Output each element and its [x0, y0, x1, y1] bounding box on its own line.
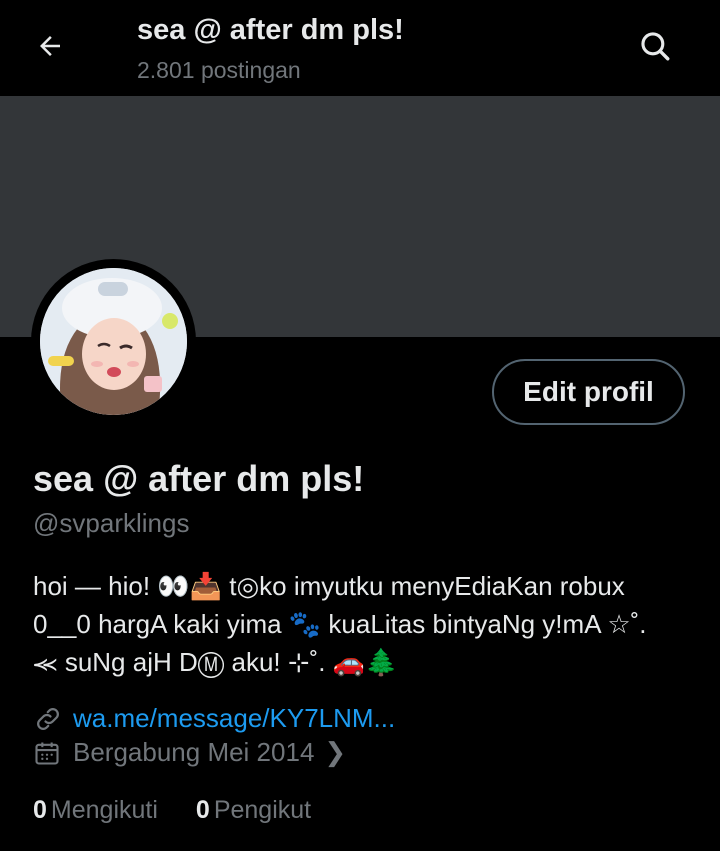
website-link[interactable]: wa.me/message/KY7LNM... — [73, 703, 395, 734]
search-button[interactable] — [635, 26, 675, 66]
calendar-icon — [35, 742, 59, 765]
edit-profile-button[interactable]: Edit profil — [492, 359, 685, 425]
following-label: Mengikuti — [50, 796, 158, 824]
bio-line: 0__0 hargA kaki yima 🐾 kuaLitas bintyaNg… — [33, 609, 647, 639]
bio-line: ⪻ suNg ajH DⓂ aku! ⊹˚. 🚗🌲 — [33, 647, 398, 677]
followers-link[interactable]: 0 Pengikut — [196, 796, 311, 825]
joined-row: Bergabung Mei 2014 ❯ — [33, 737, 346, 768]
following-link[interactable]: 0 Mengikuti — [33, 796, 158, 825]
bio-line: hoi — hio! 👀📥 t◎ko imyutku menyEdiaKan r… — [33, 571, 625, 601]
display-name: sea @ after dm pls! — [33, 458, 365, 499]
back-button[interactable] — [30, 26, 70, 66]
avatar-image — [40, 268, 187, 415]
bio: hoi — hio! 👀📥 t◎ko imyutku menyEdiaKan r… — [33, 567, 693, 681]
posts-count: 2.801 postingan — [137, 57, 301, 83]
avatar[interactable] — [40, 268, 187, 415]
chevron-right-icon[interactable]: ❯ — [324, 737, 346, 768]
website-row: wa.me/message/KY7LNM... — [33, 703, 395, 734]
following-count: 0 — [33, 796, 47, 824]
joined-date: Bergabung Mei 2014 — [73, 737, 315, 767]
link-icon — [37, 707, 59, 730]
header-title: sea @ after dm pls! — [137, 14, 404, 46]
search-icon — [641, 32, 670, 61]
followers-count: 0 — [195, 796, 210, 824]
followers-label: Pengikut — [213, 796, 312, 824]
arrow-left-icon — [40, 36, 60, 56]
handle: @svparklings — [33, 508, 190, 538]
follow-stats: 0 Mengikuti 0 Pengikut — [33, 796, 311, 825]
top-bar: sea @ after dm pls! 2.801 postingan — [0, 0, 720, 96]
